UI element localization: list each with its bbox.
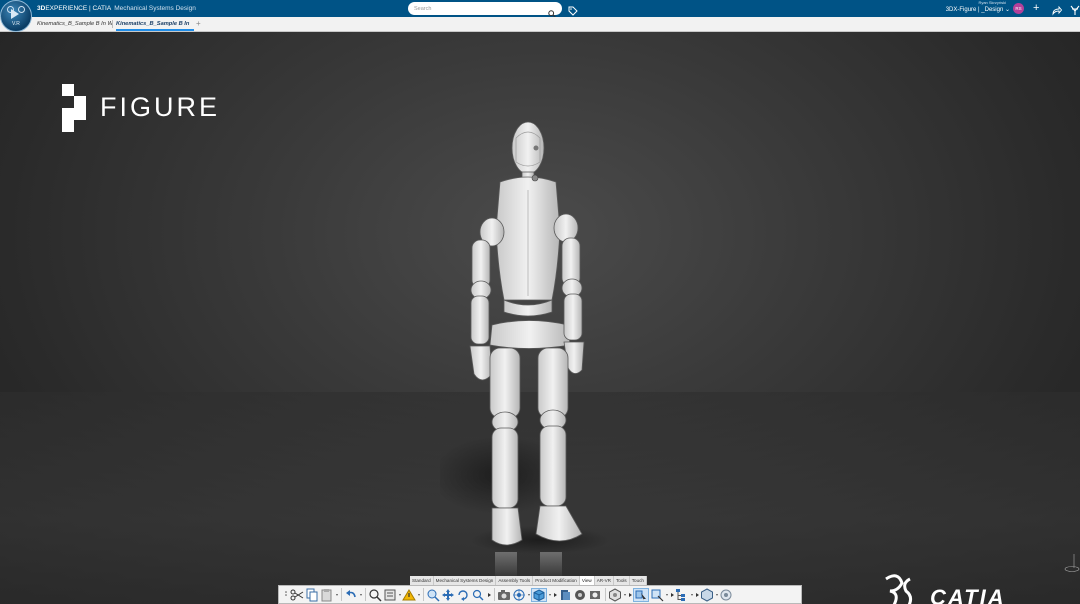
- document-tab-bar: Kinematics_B_Sample B In W Kinematics_B_…: [0, 17, 1080, 32]
- fit-all-icon[interactable]: [368, 588, 382, 602]
- app-brand: 3DEXPERIENCE | CATIA Mechanical Systems D…: [37, 0, 196, 17]
- catia-logo-text: CATIA: [930, 585, 1006, 604]
- user-name: Ryan Skrzyński: [978, 0, 1006, 5]
- rotate-icon[interactable]: [456, 588, 470, 602]
- collab-space-label: 3DX-Figure | _Design: [945, 7, 1004, 13]
- toolbar-divider: [341, 588, 342, 601]
- search-input[interactable]: [414, 2, 544, 15]
- compass-widget[interactable]: V.R: [0, 0, 32, 32]
- tab-mechanical-systems-design[interactable]: Mechanical Systems Design: [433, 576, 497, 585]
- app-name: Mechanical Systems Design: [114, 5, 196, 12]
- view-mode-icon[interactable]: [531, 587, 547, 602]
- chevron-down-icon[interactable]: [359, 588, 363, 602]
- tab-assembly-tools[interactable]: Assembly Tools: [496, 576, 534, 585]
- zoom-in-out-icon[interactable]: [471, 588, 485, 602]
- compass-circle-icon: [18, 6, 25, 13]
- tree-icon[interactable]: [675, 588, 689, 602]
- chevron-down-icon: ⌄: [1004, 7, 1010, 13]
- toolbar-divider: [365, 588, 366, 601]
- tab-kinematics-active[interactable]: Kinematics_B_Sample B In: [116, 17, 194, 31]
- play-icon[interactable]: [11, 9, 19, 19]
- 3ds-logo-icon: [885, 574, 913, 604]
- tab-view[interactable]: View: [579, 576, 595, 585]
- figure-logo-icon: [62, 84, 86, 132]
- explode-icon[interactable]: [512, 588, 526, 602]
- hexagon-icon[interactable]: [608, 587, 622, 602]
- selection-mode-icon[interactable]: [633, 587, 649, 602]
- toolbar-divider: [423, 588, 424, 601]
- paste-icon[interactable]: [320, 588, 334, 602]
- figure-logo-text: FIGURE: [100, 92, 221, 122]
- display-options-icon[interactable]: [383, 588, 397, 602]
- action-bar: [278, 585, 802, 604]
- chevron-down-icon[interactable]: [335, 588, 339, 602]
- collab-space-selector[interactable]: 3DX-Figure | _Design ⌄: [918, 6, 1010, 13]
- top-bar: 3DEXPERIENCE | CATIA Mechanical Systems D…: [0, 0, 1080, 18]
- humanoid-robot-model[interactable]: [440, 120, 640, 580]
- action-bar-tabs: Standard Mechanical Systems Design Assem…: [410, 576, 647, 585]
- new-tab-icon[interactable]: +: [196, 17, 201, 31]
- toolbar-divider: [605, 588, 606, 601]
- warning-icon[interactable]: [402, 588, 416, 602]
- toolbar-divider: [494, 588, 495, 601]
- more-icon[interactable]: [283, 588, 289, 602]
- pan-icon[interactable]: [441, 588, 455, 602]
- tab-standard[interactable]: Standard: [410, 576, 434, 585]
- expand-arrow-icon[interactable]: [486, 588, 492, 602]
- compass-version: V.R: [12, 21, 20, 27]
- robot-axis-icon: [1064, 554, 1080, 572]
- undo-icon[interactable]: [344, 588, 358, 602]
- capture-icon[interactable]: [497, 588, 511, 602]
- lighting-icon[interactable]: [588, 588, 602, 602]
- add-icon[interactable]: +: [1033, 2, 1039, 14]
- 3d-viewport[interactable]: FIGURE CATIA: [0, 32, 1080, 604]
- cut-icon[interactable]: [290, 588, 304, 602]
- tab-product-modification[interactable]: Product Modification: [533, 576, 580, 585]
- tab-kinematics-w[interactable]: Kinematics_B_Sample B In W: [37, 17, 112, 31]
- copy-icon[interactable]: [305, 588, 319, 602]
- brand-name: EXPERIENCE | CATIA: [45, 5, 112, 12]
- settings-icon[interactable]: [719, 588, 733, 602]
- ambiance-icon[interactable]: [573, 588, 587, 602]
- tab-divider: [112, 20, 113, 28]
- search-box[interactable]: [408, 2, 562, 18]
- filter-icon[interactable]: [650, 588, 664, 602]
- tab-tools[interactable]: Tools: [613, 576, 630, 585]
- avatar[interactable]: RS: [1013, 3, 1024, 14]
- zoom-icon[interactable]: [426, 588, 440, 602]
- chevron-down-icon[interactable]: [417, 588, 421, 602]
- tab-touch[interactable]: Touch: [629, 576, 647, 585]
- tab-ar-vr[interactable]: AR-VR: [594, 576, 614, 585]
- assembly-icon[interactable]: [700, 587, 714, 602]
- material-icon[interactable]: [558, 588, 572, 602]
